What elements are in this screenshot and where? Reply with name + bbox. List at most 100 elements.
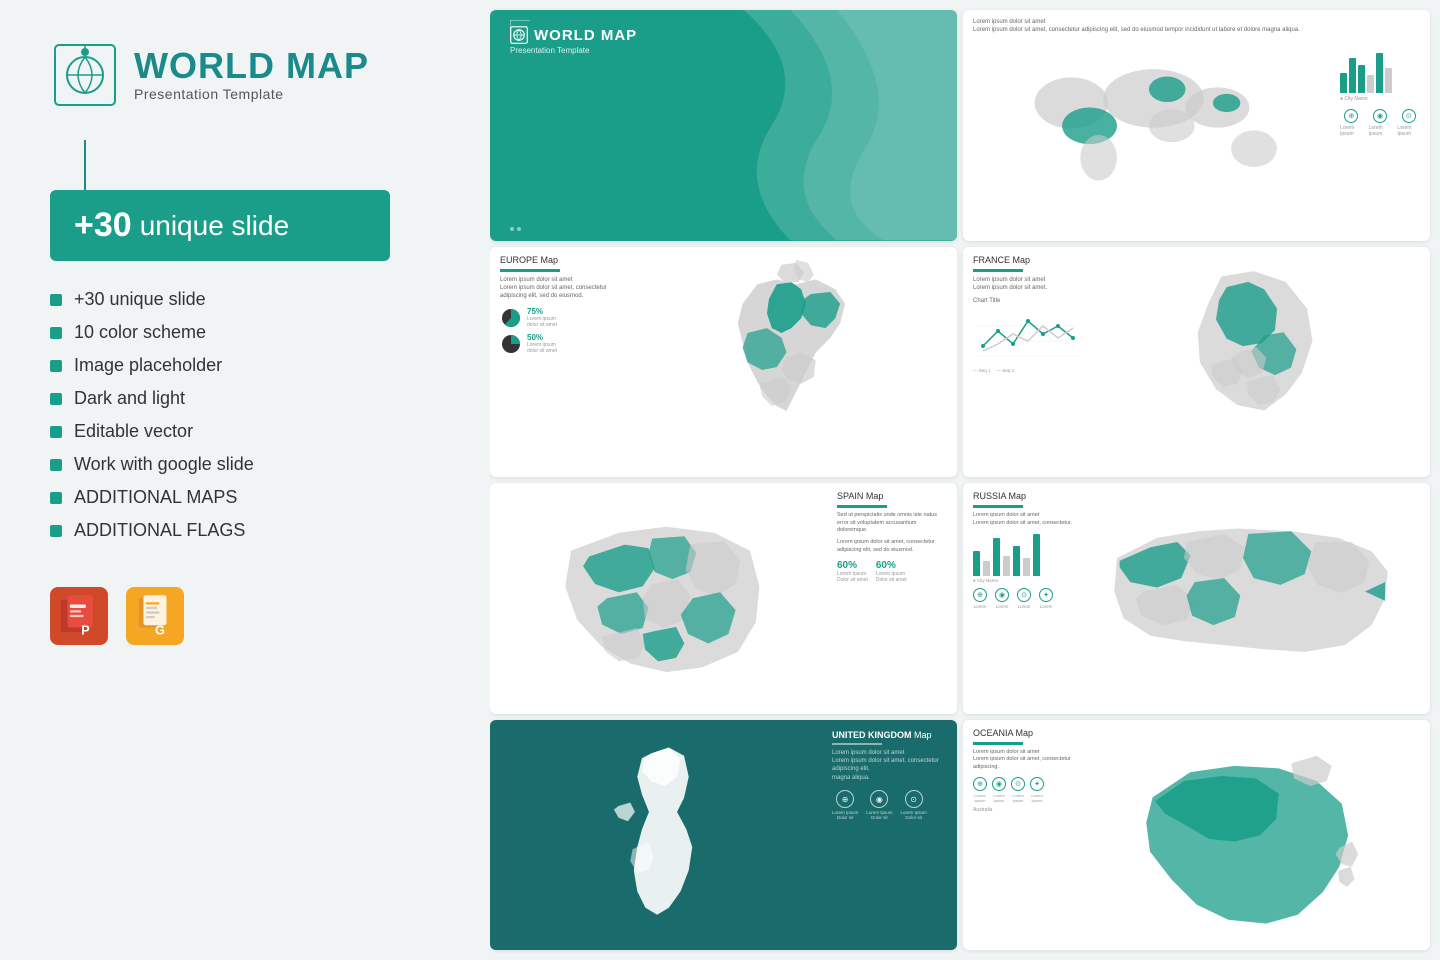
feature-item-7: ADDITIONAL MAPS [50,487,440,508]
france-map-container [1087,255,1420,470]
unique-slide-badge: +30 unique slide [50,190,390,261]
russia-chart-legend: ● City Name [973,578,1078,583]
bullet-icon [50,393,62,405]
gslides-svg-icon: G [132,593,178,639]
oceania-map-svg [1087,728,1420,943]
uk-icon-2: ◉ Lorem IpsumDolor sit [866,790,892,820]
spain-map-svg [500,491,833,706]
bullet-icon [50,360,62,372]
france-map-label: FRANCE Map [973,255,1083,265]
world-map-svg [973,39,1334,204]
russia-icon-row: ⊕ Lorem ◉ Lorem ⊙ Lorem ✦ Lorem [973,588,1078,609]
spain-map-label: SPAIN Map [837,491,947,501]
slide-uk: UNITED KINGDOM Map Lorem ipsum dolor sit… [490,720,957,951]
stats-lorem-text: Lorem ipsum dolor sit ametLorem ipsum do… [973,18,1420,35]
spain-stat-60-1: 60% Lorem IpsumDolor sit amet [837,560,868,583]
feature-label: ADDITIONAL FLAGS [74,520,245,541]
cover-title: WORLD MAP [534,27,637,44]
feature-label: 10 color scheme [74,322,206,343]
uk-icon-3: ⊙ Lorem IpsumDolor sit [901,790,927,820]
russia-stat-icon: ⊕ [973,588,987,602]
world-map-logo-icon [50,40,120,110]
russia-icon-4: ✦ Lorem [1039,588,1053,609]
bullet-icon [50,426,62,438]
oceania-icon-row: ⊕ LoremIpsum ◉ LoremIpsum ⊙ LoremIpsum ✦… [973,777,1083,803]
left-panel: WORLD MAP Presentation Template +30 uniq… [0,0,490,960]
svg-text:G: G [155,623,165,637]
google-slides-icon: G [126,587,184,645]
oceania-stat-icon: ◉ [992,777,1006,791]
feature-item-1: +30 unique slide [50,289,440,310]
spain-lorem-text: Sed ut perspiciatis unde omnis iste natu… [837,512,947,535]
brand-text: WORLD MAP Presentation Template [134,48,369,102]
slide-russia: RUSSIA Map Lorem ipsum dolor sit ametLor… [963,483,1430,714]
brand-subtitle: Presentation Template [134,86,369,102]
stats-bars-container: ● City Name ⊕ Lorem Ipsum ◉ Lorem Ipsum … [1340,39,1420,204]
app-icons-row: P G [50,587,440,645]
oceania-map-label: OCEANIA Map [973,728,1083,738]
russia-icon-2: ◉ Lorem [995,588,1009,609]
cover-map-icon [510,26,528,44]
europe-map-label: EUROPE Map [500,255,620,265]
feature-label: Dark and light [74,388,185,409]
svg-text:P: P [81,623,89,637]
uk-lorem-text: Lorem ipsum dolor sit ametLorem ipsum do… [832,749,947,783]
feature-label: +30 unique slide [74,289,206,310]
russia-map-svg [1082,491,1420,706]
feature-item-6: Work with google slide [50,454,440,475]
stat-circle-icon: ◉ [1373,109,1387,123]
stat-icon-2: ◉ Lorem Ipsum [1369,109,1392,137]
europe-map-container [626,255,947,470]
oceania-stat-icon: ⊕ [973,777,987,791]
russia-map-label: RUSSIA Map [973,491,1078,501]
russia-map-container [1082,491,1420,706]
feature-label: Work with google slide [74,454,254,475]
oceania-stat-icon: ⊙ [1011,777,1025,791]
france-text-content: FRANCE Map Lorem ipsum dolor sit ametLor… [973,255,1083,470]
badge-number: +30 [74,206,132,245]
feature-item-2: 10 color scheme [50,322,440,343]
uk-icon-1: ⊕ Lorem IpsumDolor sit [832,790,858,820]
feature-item-3: Image placeholder [50,355,440,376]
cover-subtitle: Presentation Template [510,46,937,55]
stat-circle-icon: ⊕ [1344,109,1358,123]
russia-text-content: RUSSIA Map Lorem ipsum dolor sit ametLor… [973,491,1078,706]
uk-map-label: UNITED KINGDOM Map [832,730,947,740]
badge-label: unique slide [140,210,289,242]
russia-icon-3: ⊙ Lorem [1017,588,1031,609]
feature-item-8: ADDITIONAL FLAGS [50,520,440,541]
russia-lorem-text: Lorem ipsum dolor sit ametLorem ipsum do… [973,512,1078,527]
ppt-svg-icon: P [56,593,102,639]
russia-stat-icon: ⊙ [1017,588,1031,602]
slide-world-stats: Lorem ipsum dolor sit ametLorem ipsum do… [963,10,1430,241]
slide-europe: EUROPE Map Lorem ipsum dolor sit ametLor… [490,247,957,478]
uk-text-content: UNITED KINGDOM Map Lorem ipsum dolor sit… [832,730,947,941]
uk-stat-icon: ⊕ [836,790,854,808]
oceania-icon-1: ⊕ LoremIpsum [973,777,987,803]
brand-title: WORLD MAP [134,48,369,84]
oceania-icon-2: ◉ LoremIpsum [992,777,1006,803]
feature-label: Image placeholder [74,355,222,376]
russia-stat-icon: ◉ [995,588,1009,602]
powerpoint-icon: P [50,587,108,645]
france-lorem-text: Lorem ipsum dolor sit ametLorem ipsum do… [973,276,1083,293]
spain-map-container [500,491,833,706]
france-map-svg [1087,255,1420,470]
stat-circle-icon: ⊙ [1402,109,1416,123]
bullet-icon [50,327,62,339]
oceania-icon-3: ⊙ LoremIpsum [1011,777,1025,803]
france-line-chart-svg [973,306,1083,361]
pie-chart-75-icon [500,307,522,329]
europe-text-content: EUROPE Map Lorem ipsum dolor sit ametLor… [500,255,620,470]
oceania-australia-label: Australia [973,807,1083,813]
oceania-stat-icon: ✦ [1030,777,1044,791]
slide-spain: SPAIN Map Sed ut perspiciatis unde omnis… [490,483,957,714]
uk-map-svg [500,730,826,941]
slides-grid: WORLD MAP Presentation Template Lorem ip… [490,0,1440,960]
stat-icon-3: ⊙ Lorem Ipsum [1397,109,1420,137]
brand-header: WORLD MAP Presentation Template [50,40,440,110]
oceania-map-container [1087,728,1420,943]
spain-stat-60-2: 60% Lorem IpsumDolor sit amet [876,560,907,583]
europe-lorem-text: Lorem ipsum dolor sit ametLorem ipsum do… [500,276,620,301]
feature-item-5: Editable vector [50,421,440,442]
